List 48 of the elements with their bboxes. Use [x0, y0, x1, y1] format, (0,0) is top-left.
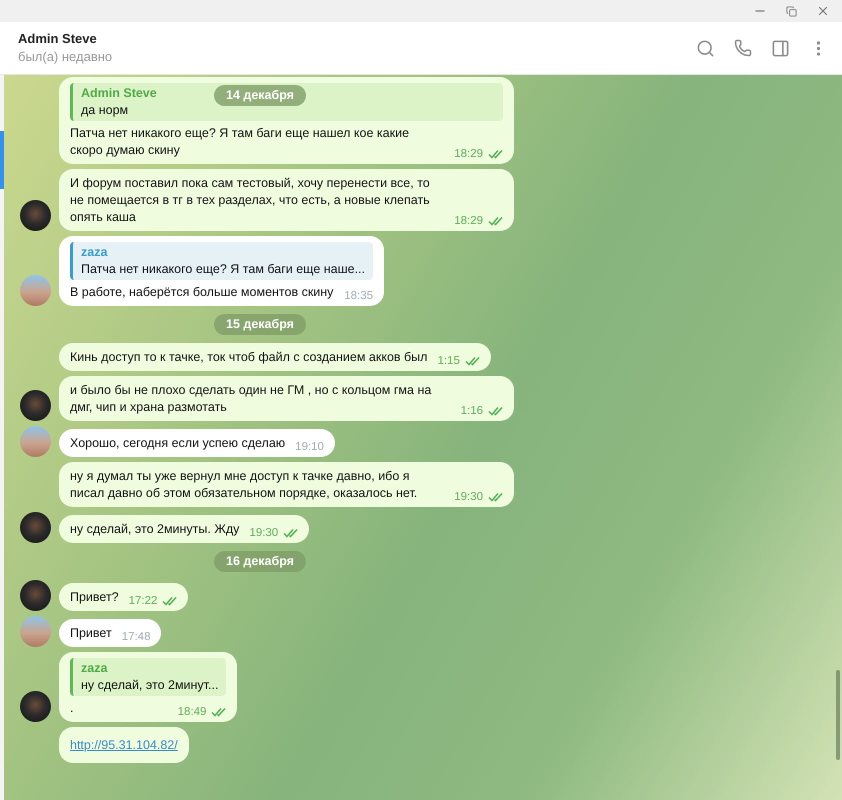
- reply-sender: zaza: [81, 244, 108, 261]
- message-time: 18:35: [344, 289, 374, 303]
- message-text: Привет?: [70, 589, 119, 606]
- date-pill: 15 декабря: [214, 314, 306, 335]
- message-time: 18:29: [454, 147, 483, 161]
- avatar-image[interactable]: [20, 200, 51, 231]
- message-time: 17:22: [128, 594, 158, 608]
- message-text: ну сделай, это 2минуты. Жду: [70, 521, 240, 538]
- reply-sender: Admin Steve: [81, 85, 157, 102]
- message-time: 1:15: [437, 354, 460, 368]
- avatar-image[interactable]: [20, 691, 51, 722]
- message-link[interactable]: http://95.31.104.82/: [70, 738, 178, 752]
- sidebar-toggle-icon[interactable]: [771, 38, 790, 58]
- date-pill: 14 декабря: [214, 85, 306, 106]
- message-time: 19:10: [295, 440, 324, 454]
- chat-title[interactable]: Admin Steve: [18, 30, 696, 48]
- chat-status: был(а) недавно: [18, 48, 114, 66]
- message-text: ну я думал ты уже вернул мне доступ к тачке давно, ибо я писал давно об этом обязательном порядке, оказалось нет.: [70, 468, 418, 502]
- reply-text: ну сделай, это 2минут...: [81, 677, 218, 694]
- message-text: Патча нет никакого еще? Я там баги еще нашел кое какие скоро думаю скину: [70, 125, 410, 159]
- message-text: .: [70, 700, 74, 717]
- selection-indicator: [0, 131, 4, 189]
- search-icon[interactable]: [696, 38, 715, 58]
- message-time: 19:30: [454, 490, 483, 504]
- reply-sender: zaza: [81, 660, 108, 677]
- reply-text: Патча нет никакого еще? Я там баги еще наше...: [81, 261, 366, 278]
- message-text: Кинь доступ то к тачке, ток чтоб файл с созданием акков был: [70, 349, 428, 366]
- phone-icon[interactable]: [734, 39, 752, 57]
- close-icon[interactable]: [816, 4, 830, 18]
- message-time: 17:48: [122, 630, 150, 644]
- message-time: 18:29: [454, 214, 483, 228]
- avatar-image[interactable]: [20, 390, 51, 421]
- message-time: 18:49: [178, 705, 206, 719]
- avatar-image[interactable]: [20, 580, 51, 611]
- message-text: и было бы не плохо сделать один не ГМ , но с кольцом гма на дмг, чип и храна размотать: [70, 382, 432, 416]
- message-time: 1:16: [460, 404, 483, 418]
- message-text: Хорошо, сегодня если успею сделаю: [70, 435, 286, 452]
- message-time: 19:30: [249, 526, 278, 540]
- reply-quote[interactable]: zaza ну сделай, это 2минут...: [70, 658, 226, 696]
- message-text: И форум поставил пока сам тестовый, хочу перенести все, то не помещается в тг в тех разделах, что есть, а новые клепать опять каша: [70, 175, 431, 226]
- reply-text: да норм: [81, 102, 128, 119]
- scrollbar-thumb[interactable]: [836, 670, 840, 760]
- message-text: В работе, наберётся больше моментов скину: [70, 284, 334, 301]
- reply-quote[interactable]: zaza Патча нет никакого еще? Я там баги еще наше...: [70, 242, 374, 280]
- avatar-image[interactable]: [20, 512, 51, 543]
- date-pill: 16 декабря: [214, 551, 306, 572]
- restore-icon[interactable]: [786, 6, 797, 16]
- message-text: Привет: [70, 625, 112, 642]
